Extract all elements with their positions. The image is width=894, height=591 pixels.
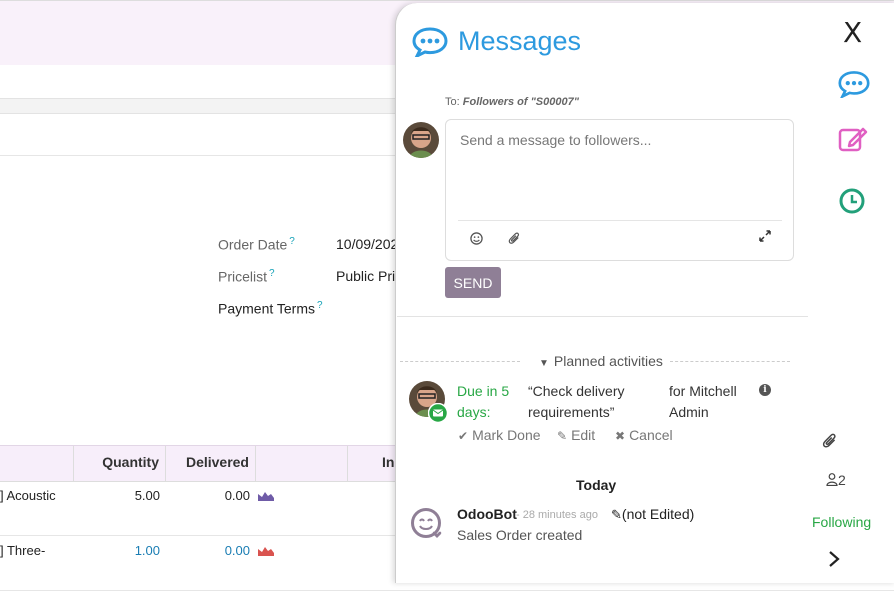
payment-terms-label: Payment Terms?	[218, 300, 323, 317]
row-product[interactable]: ] Acoustic	[0, 488, 56, 503]
message-body: Sales Order created	[457, 527, 583, 543]
close-button[interactable]: X	[843, 16, 862, 49]
schedule-activity-icon[interactable]	[838, 187, 866, 215]
panel-divider	[397, 316, 808, 317]
activity-type-email-icon	[428, 403, 448, 423]
forecast-chart-icon[interactable]	[258, 491, 274, 501]
send-button[interactable]: SEND	[445, 267, 501, 298]
panel-title: Messages	[412, 26, 581, 57]
message-timestamp: - 28 minutes ago	[516, 509, 598, 521]
mark-done-button[interactable]: ✔ Mark Done	[458, 427, 541, 443]
avatar	[403, 122, 439, 158]
row-quantity[interactable]: 1.00	[100, 543, 160, 558]
activity-assignee: for Mitchell Admin	[669, 383, 737, 420]
row-delivered[interactable]: 0.00	[190, 543, 250, 558]
message-edit-status: ✎(not Edited)	[611, 506, 695, 522]
activities-divider-left	[400, 361, 520, 362]
attachment-icon[interactable]	[508, 232, 521, 245]
chat-bubble-icon	[412, 26, 448, 57]
edit-activity-button[interactable]: ✎ Edit	[557, 427, 595, 443]
times-icon: ✖	[615, 429, 626, 443]
row-quantity[interactable]: 5.00	[100, 488, 160, 503]
activity-summary: “Check delivery requirements”	[528, 383, 625, 420]
column-blank	[255, 446, 347, 481]
date-separator: Today	[576, 477, 617, 493]
attachments-icon[interactable]	[822, 433, 838, 449]
followers-count: 2	[838, 472, 846, 488]
info-icon[interactable]: i	[759, 384, 771, 396]
pencil-icon: ✎	[557, 429, 568, 443]
forecast-chart-icon[interactable]	[258, 546, 274, 556]
check-icon: ✔	[458, 429, 469, 443]
odoobot-avatar	[411, 508, 442, 538]
column-delivered[interactable]: Delivered	[165, 446, 255, 481]
order-date-label: Order Date?	[218, 236, 295, 253]
message-author[interactable]: OdooBot	[457, 506, 517, 522]
pricelist-value[interactable]: Public Pric	[336, 268, 402, 284]
user-icon	[826, 473, 838, 487]
expand-icon[interactable]	[759, 230, 771, 242]
column-quantity[interactable]: Quantity	[73, 446, 165, 481]
column-invoiced[interactable]: In	[347, 446, 395, 481]
row-product[interactable]: ] Three-	[0, 543, 45, 558]
pencil-icon: ✎	[611, 507, 622, 522]
following-button[interactable]: Following	[812, 514, 871, 530]
chevron-right-icon[interactable]	[827, 550, 841, 568]
planned-activities-toggle[interactable]: ▼ Planned activities	[539, 353, 663, 369]
cancel-activity-button[interactable]: ✖ Cancel	[615, 427, 673, 443]
row-delivered[interactable]: 0.00	[190, 488, 250, 503]
emoji-icon[interactable]	[470, 232, 483, 245]
caret-down-icon: ▼	[539, 358, 549, 369]
log-note-icon[interactable]	[838, 124, 868, 154]
panel-title-text: Messages	[458, 26, 582, 56]
followers-button[interactable]: 2	[826, 472, 846, 488]
activity-due: Due in 5 days:	[457, 383, 510, 420]
composer-divider	[458, 220, 782, 221]
send-message-icon[interactable]	[838, 70, 870, 98]
recipients-line: To: Followers of "S00007"	[445, 96, 579, 108]
message-input[interactable]	[458, 130, 782, 214]
message-composer	[445, 119, 794, 261]
order-date-value[interactable]: 10/09/202	[336, 236, 398, 252]
activities-divider-right	[670, 361, 790, 362]
pricelist-label: Pricelist?	[218, 268, 275, 285]
